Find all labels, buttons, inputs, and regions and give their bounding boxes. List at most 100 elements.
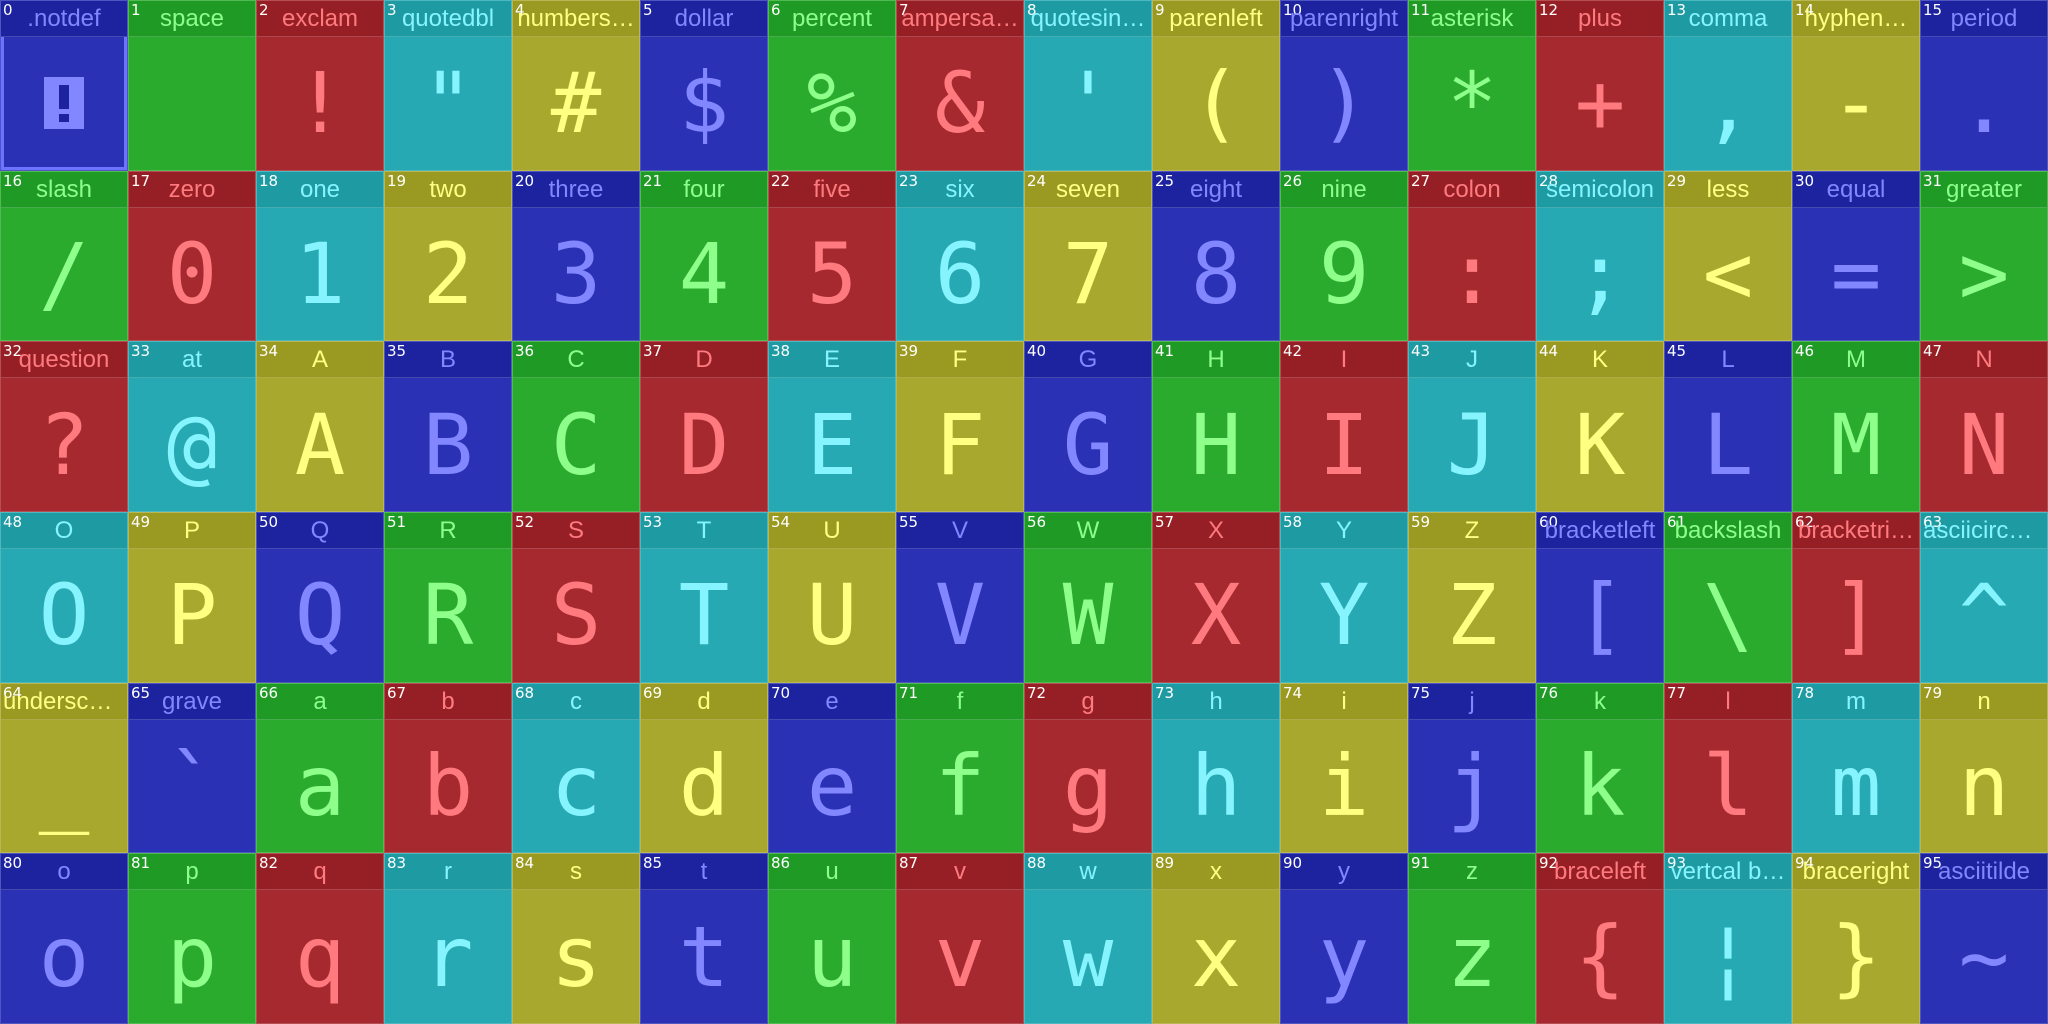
glyph-cell[interactable]: 10 parenright) [1280,0,1408,171]
glyph-cell[interactable]: 47 N N [1920,341,2048,512]
glyph-cell[interactable]: 73 h h [1152,682,1280,854]
glyph-cell[interactable]: 86 u u [768,853,896,1024]
glyph-header: 73 h [1153,683,1279,720]
glyph-cell[interactable]: 17 zero 0 [128,170,256,342]
glyph-cell[interactable]: 58 Y Y [1280,511,1408,683]
glyph-preview: d [678,736,730,835]
glyph-cell[interactable]: 5 dollar $ [640,0,768,171]
glyph-cell[interactable]: 51 R R [384,511,512,683]
glyph-cell[interactable]: 49 P P [128,511,256,683]
glyph-cell[interactable]: 62 bracketri…] [1792,511,1920,683]
glyph-cell[interactable]: 37 D D [640,341,768,512]
glyph-cell[interactable]: 68 c c [512,682,640,854]
glyph-cell[interactable]: 66 a a [256,682,384,854]
glyph-cell[interactable]: 11 asterisk * [1408,0,1536,171]
glyph-cell[interactable]: 89 x x [1152,853,1280,1024]
glyph-cell[interactable]: 90 y y [1280,853,1408,1024]
glyph-cell[interactable]: 80 o o [0,853,128,1024]
glyph-cell[interactable]: 23 six 6 [896,170,1024,342]
glyph-cell[interactable]: 57 X X [1152,511,1280,683]
glyph-cell[interactable]: 20 three 3 [512,170,640,342]
glyph-cell[interactable]: 79 n n [1920,682,2048,854]
glyph-cell[interactable]: 83 r r [384,853,512,1024]
glyph-cell[interactable]: 35 B B [384,341,512,512]
glyph-cell[interactable]: 18 one 1 [256,170,384,342]
glyph-cell[interactable]: 59 Z Z [1408,511,1536,683]
glyph-cell[interactable]: 74 i i [1280,682,1408,854]
glyph-cell[interactable]: 26 nine 9 [1280,170,1408,342]
glyph-cell[interactable]: 2 exclam! [256,0,384,171]
glyph-cell[interactable]: 42 I I [1280,341,1408,512]
glyph-cell[interactable]: 0 .notdef [0,0,128,171]
glyph-cell[interactable]: 55 V V [896,511,1024,683]
glyph-cell[interactable]: 28 semicolon; [1536,170,1664,342]
glyph-cell[interactable]: 60 bracketleft [ [1536,511,1664,683]
glyph-cell[interactable]: 67 b b [384,682,512,854]
glyph-cell[interactable]: 72 g g [1024,682,1152,854]
glyph-cell[interactable]: 29 less < [1664,170,1792,342]
glyph-cell[interactable]: 69 d d [640,682,768,854]
glyph-cell[interactable]: 64 undersco… _ [0,682,128,854]
glyph-cell[interactable]: 33 at @ [128,341,256,512]
glyph-cell[interactable]: 91 z z [1408,853,1536,1024]
glyph-cell[interactable]: 40 G G [1024,341,1152,512]
glyph-cell[interactable]: 53 T T [640,511,768,683]
glyph-cell[interactable]: 95 asciitilde ~ [1920,853,2048,1024]
glyph-cell[interactable]: 41 H H [1152,341,1280,512]
glyph-cell[interactable]: 4 numbers… # [512,0,640,171]
glyph-cell[interactable]: 9 parenleft ( [1152,0,1280,171]
glyph-cell[interactable]: 77 l l [1664,682,1792,854]
glyph-name: B [439,346,456,374]
glyph-cell[interactable]: 65 grave ` [128,682,256,854]
glyph-cell[interactable]: 34 A A [256,341,384,512]
glyph-cell[interactable]: 93 vertcal b… ¦ [1664,853,1792,1024]
glyph-name: vertcal b… [1670,858,1786,886]
glyph-cell[interactable]: 87 v v [896,853,1024,1024]
glyph-cell[interactable]: 19 two 2 [384,170,512,342]
glyph-cell[interactable]: 85 t t [640,853,768,1024]
glyph-cell[interactable]: 31 greater > [1920,170,2048,342]
glyph-cell[interactable]: 94 braceright} [1792,853,1920,1024]
glyph-cell[interactable]: 8 quotesin… ' [1024,0,1152,171]
glyph-cell[interactable]: 24 seven 7 [1024,170,1152,342]
glyph-cell[interactable]: 25 eight 8 [1152,170,1280,342]
glyph-cell[interactable]: 6 percent% [768,0,896,171]
glyph-cell[interactable]: 16 slash / [0,170,128,342]
glyph-cell[interactable]: 92 braceleft { [1536,853,1664,1024]
glyph-cell[interactable]: 15 period. [1920,0,2048,171]
glyph-cell[interactable]: 56 W W [1024,511,1152,683]
glyph-cell[interactable]: 43 J J [1408,341,1536,512]
glyph-cell[interactable]: 52 S S [512,511,640,683]
glyph-cell[interactable]: 7 ampersa… & [896,0,1024,171]
glyph-cell[interactable]: 82 q q [256,853,384,1024]
glyph-cell[interactable]: 70 e e [768,682,896,854]
glyph-cell[interactable]: 39 F F [896,341,1024,512]
glyph-cell[interactable]: 3 quotedbl " [384,0,512,171]
glyph-cell[interactable]: 36 C C [512,341,640,512]
glyph-cell[interactable]: 75 j j [1408,682,1536,854]
glyph-cell[interactable]: 63 asciicircu… ^ [1920,511,2048,683]
glyph-cell[interactable]: 32 question? [0,341,128,512]
glyph-cell[interactable]: 21 four 4 [640,170,768,342]
glyph-cell[interactable]: 46 M M [1792,341,1920,512]
glyph-cell[interactable]: 71 f f [896,682,1024,854]
glyph-cell[interactable]: 76 k k [1536,682,1664,854]
glyph-cell[interactable]: 30 equal = [1792,170,1920,342]
glyph-cell[interactable]: 27 colon: [1408,170,1536,342]
glyph-cell[interactable]: 38 E E [768,341,896,512]
glyph-cell[interactable]: 1 space [128,0,256,171]
glyph-cell[interactable]: 22 five 5 [768,170,896,342]
glyph-cell[interactable]: 84 s s [512,853,640,1024]
glyph-cell[interactable]: 48 O O [0,511,128,683]
glyph-cell[interactable]: 14 hyphen… - [1792,0,1920,171]
glyph-cell[interactable]: 54 U U [768,511,896,683]
glyph-cell[interactable]: 44 K K [1536,341,1664,512]
glyph-cell[interactable]: 50 Q Q [256,511,384,683]
glyph-cell[interactable]: 13 comma, [1664,0,1792,171]
glyph-cell[interactable]: 81 p p [128,853,256,1024]
glyph-cell[interactable]: 12 plus + [1536,0,1664,171]
glyph-cell[interactable]: 88 w w [1024,853,1152,1024]
glyph-cell[interactable]: 45 L L [1664,341,1792,512]
glyph-cell[interactable]: 78 m m [1792,682,1920,854]
glyph-cell[interactable]: 61 backslash \ [1664,511,1792,683]
